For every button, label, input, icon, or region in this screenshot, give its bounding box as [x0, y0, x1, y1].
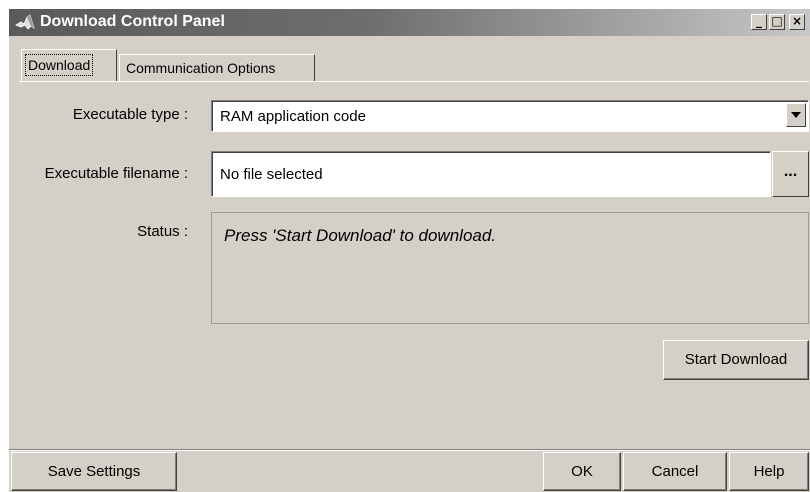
- matlab-logo-icon: [15, 14, 35, 32]
- start-download-button[interactable]: Start Download: [663, 340, 809, 380]
- tab-communication-options[interactable]: Communication Options: [119, 54, 315, 81]
- executable-type-value: RAM application code: [220, 108, 366, 125]
- executable-filename-value: No file selected: [220, 166, 323, 183]
- maximize-button[interactable]: □: [769, 14, 785, 30]
- window-title: Download Control Panel: [40, 13, 225, 30]
- download-control-panel-window: Download Control Panel _ □ × Download Co…: [8, 8, 810, 492]
- tab-divider: [19, 81, 809, 82]
- executable-filename-field[interactable]: No file selected: [211, 151, 771, 197]
- executable-filename-label: Executable filename :: [44, 165, 188, 182]
- ok-button[interactable]: OK: [543, 452, 621, 491]
- browse-file-button[interactable]: ...: [772, 151, 809, 197]
- minimize-button[interactable]: _: [751, 14, 767, 30]
- help-button[interactable]: Help: [729, 452, 809, 491]
- status-label: Status :: [137, 223, 188, 240]
- status-box: Press 'Start Download' to download.: [211, 212, 809, 324]
- tab-download[interactable]: Download: [21, 49, 117, 81]
- chevron-down-icon[interactable]: [786, 103, 806, 127]
- executable-type-select[interactable]: RAM application code: [211, 100, 809, 132]
- tab-communication-options-label: Communication Options: [126, 60, 276, 76]
- footer-divider-highlight: [9, 450, 810, 451]
- status-message: Press 'Start Download' to download.: [224, 226, 497, 245]
- title-bar[interactable]: Download Control Panel _ □ ×: [9, 9, 810, 36]
- cancel-button[interactable]: Cancel: [623, 452, 727, 491]
- close-button[interactable]: ×: [789, 14, 805, 30]
- executable-type-label: Executable type :: [72, 106, 188, 123]
- save-settings-button[interactable]: Save Settings: [11, 452, 177, 491]
- tab-download-label: Download: [24, 54, 94, 76]
